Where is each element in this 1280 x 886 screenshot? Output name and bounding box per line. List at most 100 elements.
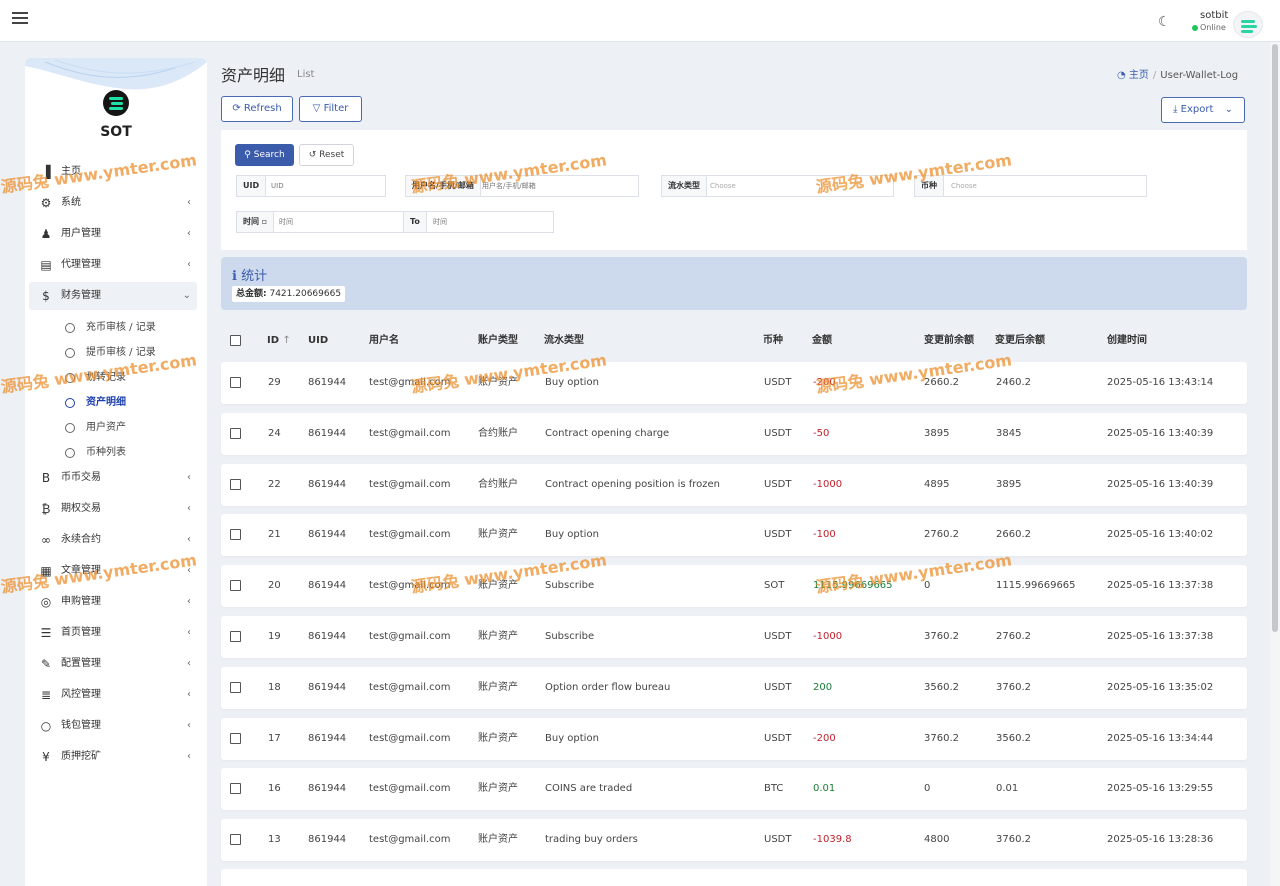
filter-button[interactable]: ▽ Filter [299,96,362,122]
cell-created: 2025-05-16 13:37:38 [1107,580,1214,592]
cell-username: test@gmail.com [369,732,451,744]
sidebar-item-label: 首页管理 [61,627,101,638]
sidebar-item-5[interactable]: B 币币交易 ‹ [29,464,197,492]
chevron-icon: ‹ [187,197,191,208]
cell-coin: USDT [764,529,792,541]
online-dot-icon [1192,24,1198,31]
sidebar-item-2[interactable]: ♟ 用户管理 ‹ [29,220,197,248]
sidebar-subitem-0[interactable]: 充币审核 / 记录 [65,316,195,340]
cell-uid: 861944 [308,783,347,795]
sidebar-item-label: 永续合约 [61,534,101,545]
stats-panel: ℹ 统计 总金额: 7421.20669665 [221,257,1247,310]
cell-after: 2760.2 [996,631,1031,642]
coin-select[interactable]: Choose [951,176,1131,196]
sidebar-item-7[interactable]: ∞ 永续合约 ‹ [29,526,197,554]
sidebar-item-14[interactable]: ¥ 质押挖矿 ‹ [29,743,197,771]
search-button[interactable]: ⚲ Search [235,144,294,166]
username-filter-label: 用户名/手机/邮箱 [406,176,481,196]
column-header-balance-after: 变更后余额 [995,335,1045,346]
flow-type-select[interactable]: Choose [710,176,880,196]
user-icon: ♟ [40,227,52,241]
reset-button[interactable]: ↺ Reset [299,144,354,166]
cell-amount: 200 [813,681,833,693]
gear-icon: ⚙ [40,196,52,210]
breadcrumb-home[interactable]: 主页 [1129,70,1149,81]
sidebar-subitem-5[interactable]: 币种列表 [65,441,195,465]
sidebar-item-1[interactable]: ⚙ 系统 ‹ [29,189,197,217]
cell-flow-type: Subscribe [545,580,595,592]
page-title: 资产明细 [221,66,286,85]
sidebar-item-6[interactable]: ₿ 期权交易 ‹ [29,495,197,523]
select-all-checkbox[interactable] [230,335,241,346]
row-checkbox[interactable] [230,681,241,693]
lifebuoy-icon: ◎ [40,595,52,609]
list-indent-icon: ≣ [40,688,52,702]
cell-id: 22 [268,478,281,490]
column-header-id[interactable]: ID ↑ [267,330,291,352]
row-checkbox[interactable] [230,631,241,642]
export-button[interactable]: ⤓ Export ⌄ [1161,97,1245,123]
user-avatar[interactable] [1233,11,1263,38]
sidebar-item-8[interactable]: ▦ 文章管理 ‹ [29,557,197,585]
sidebar-subitem-4[interactable]: 用户资产 [65,416,195,440]
cell-created: 2025-05-16 13:43:14 [1107,377,1214,388]
breadcrumb-current: User-Wallet-Log [1160,70,1239,81]
dark-mode-moon-icon[interactable]: ☾ [1158,14,1171,30]
sort-arrow-icon[interactable]: ↑ [283,335,291,346]
chevron-icon: ‹ [187,259,191,270]
cell-before: 3895 [924,427,950,439]
row-checkbox[interactable] [230,427,241,439]
sidebar-item-label: 申购管理 [61,596,101,607]
row-checkbox[interactable] [230,478,241,490]
hamburger-menu-icon[interactable] [12,12,28,26]
sidebar-item-3[interactable]: ▤ 代理管理 ‹ [29,251,197,279]
row-checkbox[interactable] [230,834,241,846]
row-checkbox[interactable] [230,783,241,795]
cell-before: 3560.2 [924,681,959,693]
cell-account-type: 账户资产 [478,631,518,642]
cell-before: 2660.2 [924,377,959,388]
cell-before: 0 [924,580,931,592]
sidebar-subitem-2[interactable]: 划转记录 [65,366,195,390]
username-filter-input[interactable] [482,176,632,196]
table-header: ID ↑ UID 用户名 账户类型 流水类型 币种 金额 变更前余额 变更后余额… [221,330,1247,352]
cell-account-type: 账户资产 [478,834,518,846]
sidebar-item-label: 币币交易 [61,472,101,483]
sidebar-item-13[interactable]: ○ 钱包管理 ‹ [29,712,197,740]
sidebar-item-11[interactable]: ✎ 配置管理 ‹ [29,650,197,678]
cell-after: 3560.2 [996,732,1031,744]
row-checkbox[interactable] [230,732,241,744]
column-header-account-type: 账户类型 [478,335,518,346]
sidebar-item-label: 主页 [61,166,81,177]
sidebar-item-4[interactable]: $ 财务管理 ⌄ [29,282,197,310]
uid-filter-input[interactable] [271,176,381,196]
dollar-icon: $ [42,289,50,303]
table-row: 21 861944 test@gmail.com 账户资产 Buy option USDT… [221,514,1247,557]
cell-id: 21 [268,529,281,541]
chevron-icon: ‹ [187,596,191,607]
time-start-input[interactable] [279,212,399,232]
cell-created: 2025-05-16 13:40:39 [1107,427,1214,439]
link-icon: ∞ [41,533,51,547]
row-checkbox[interactable] [230,529,241,541]
cell-created: 2025-05-16 13:35:02 [1107,681,1214,693]
cell-account-type: 账户资产 [478,377,518,388]
row-checkbox[interactable] [230,377,241,388]
circle-icon: ○ [40,719,52,733]
cell-flow-type: Option order flow bureau [545,681,671,693]
refresh-icon: ⟳ [232,103,241,114]
sidebar-item-9[interactable]: ◎ 申购管理 ‹ [29,588,197,616]
time-range-filter-group: 时间 ▫ To [236,211,554,233]
row-checkbox[interactable] [230,580,241,592]
page-scrollbar-thumb[interactable] [1272,44,1278,632]
sidebar-item-0[interactable]: ▐ 主页 [29,158,197,186]
sidebar-subitem-1[interactable]: 提币审核 / 记录 [65,341,195,365]
time-end-input[interactable] [433,212,548,232]
sidebar-item-label: 配置管理 [61,658,101,669]
sidebar-item-10[interactable]: ☰ 首页管理 ‹ [29,619,197,647]
sidebar-subitem-3[interactable]: 资产明细 [65,391,195,415]
cell-id: 29 [268,377,281,388]
sidebar-item-label: 风控管理 [61,689,101,700]
refresh-button[interactable]: ⟳ Refresh [221,96,293,122]
sidebar-item-12[interactable]: ≣ 风控管理 ‹ [29,681,197,709]
